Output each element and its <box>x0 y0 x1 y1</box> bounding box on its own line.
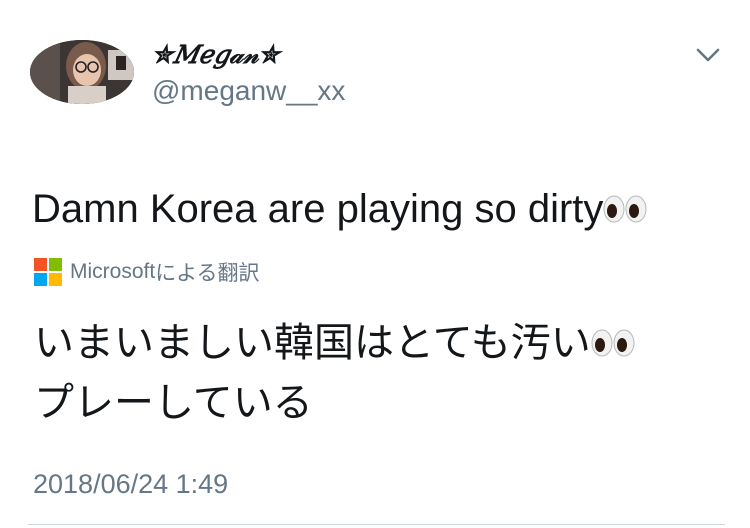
eyes-emoji-icon <box>591 329 635 357</box>
translated-line-1: いまいましい韓国はとても汚い <box>34 313 637 373</box>
translation-label: による翻訳 <box>155 262 260 285</box>
translation-provider: Microsoft <box>70 260 156 283</box>
display-name[interactable]: ✮𝑀𝑒𝑔𝒶𝓃✮ <box>152 39 279 71</box>
tweet-timestamp[interactable]: 2018/06/24 1:49 <box>33 467 228 501</box>
avatar-photo <box>30 40 134 104</box>
avatar[interactable] <box>30 40 134 104</box>
translated-line-1-text: いまいましい韓国はとても汚い <box>34 320 591 366</box>
divider <box>28 524 725 525</box>
user-handle[interactable]: @meganw__xx <box>152 74 345 108</box>
eyes-emoji-icon <box>603 195 647 223</box>
tweet-text: Damn Korea are playing so dirty <box>32 183 649 235</box>
microsoft-logo-icon <box>34 258 62 286</box>
translated-line-2: プレーしている <box>34 380 313 426</box>
translation-attribution: Microsoft による翻訳 <box>34 257 260 287</box>
chevron-down-icon[interactable] <box>694 44 722 66</box>
tweet-text-content: Damn Korea are playing so dirty <box>32 187 604 231</box>
translated-text: いまいましい韓国はとても汚い プレーしている <box>34 313 637 433</box>
